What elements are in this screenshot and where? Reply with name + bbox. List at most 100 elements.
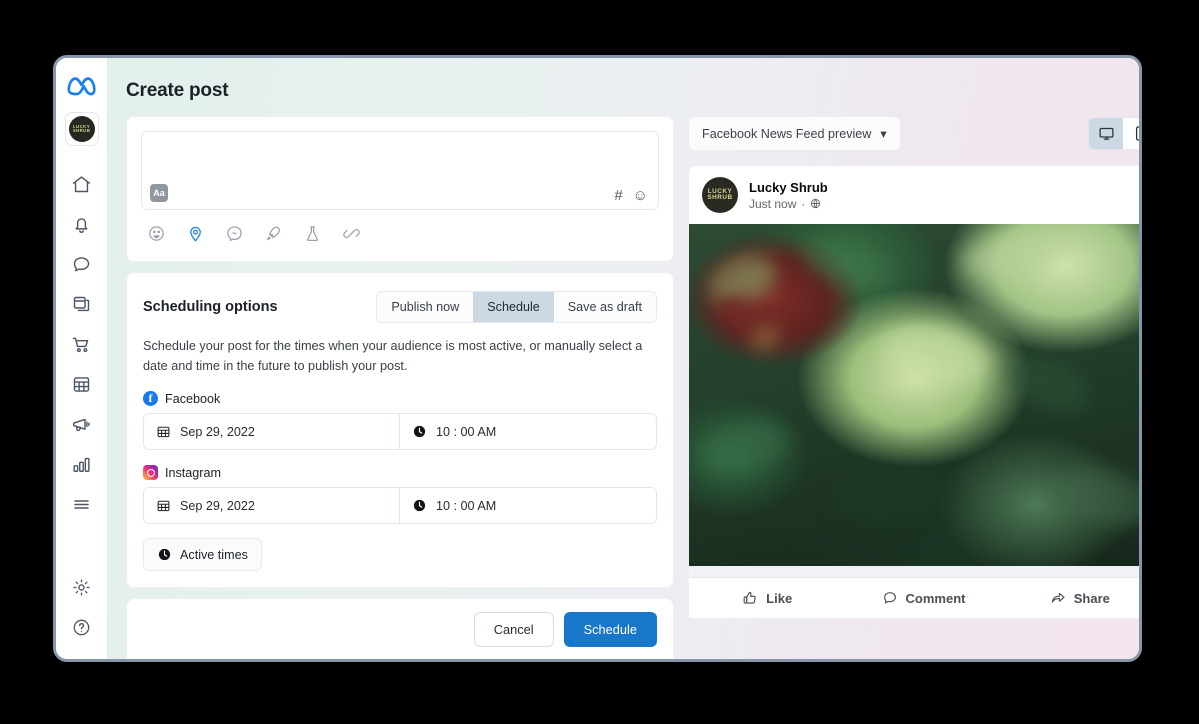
dialog-footer: Cancel Schedule: [126, 598, 674, 659]
calendar-icon: [157, 427, 170, 438]
app-window: LUCKY SHRUB Create post Aa # ☺ Schedulin…: [53, 55, 1142, 662]
grid-table-icon: [73, 376, 90, 392]
sidebar-item-ads[interactable]: [62, 404, 102, 444]
scheduling-title: Scheduling options: [143, 299, 278, 315]
hamburger-menu-icon: [74, 499, 89, 509]
rocket-icon[interactable]: [264, 224, 283, 243]
share-arrow-icon: [1051, 592, 1065, 603]
sidebar-item-notifications[interactable]: [62, 204, 102, 244]
avatar: LUCKY SHRUB: [702, 177, 738, 213]
post-meta: Just now ·: [749, 197, 828, 211]
home-icon: [72, 175, 91, 192]
instagram-date-value: Sep 29, 2022: [180, 498, 255, 513]
emoji-feeling-icon[interactable]: [147, 224, 166, 243]
mobile-icon: [1135, 126, 1139, 141]
sidebar-item-inbox[interactable]: [62, 244, 102, 284]
network-name-facebook: Facebook: [165, 391, 221, 406]
avatar: LUCKY SHRUB: [68, 116, 95, 142]
tab-save-as-draft[interactable]: Save as draft: [554, 292, 656, 322]
composer-inline-actions: # ☺: [614, 188, 648, 203]
facebook-post-preview: LUCKY SHRUB Lucky Shrub Just now · Like …: [688, 165, 1139, 619]
preview-type-select[interactable]: Facebook News Feed preview ▾: [688, 116, 901, 151]
comment-icon: [883, 592, 896, 604]
post-image-texture: [689, 224, 1139, 566]
facebook-date-value: Sep 29, 2022: [180, 424, 255, 439]
calendar-icon: [157, 501, 170, 512]
preview-type-label: Facebook News Feed preview: [702, 126, 872, 141]
scheduling-description: Schedule your post for the times when yo…: [143, 339, 643, 373]
messenger-icon[interactable]: [225, 224, 244, 243]
main-content: Create post Aa # ☺ Scheduling options Pu…: [108, 58, 1139, 659]
sidebar-item-posts[interactable]: [62, 284, 102, 324]
sidebar-item-planner[interactable]: [62, 364, 102, 404]
share-label: Share: [1073, 590, 1110, 606]
clock-icon: [413, 500, 426, 512]
composer-toolbar: [141, 210, 659, 247]
hashtag-icon[interactable]: #: [614, 188, 622, 203]
facebook-datetime-row: Sep 29, 2022 10 : 00 AM: [143, 413, 657, 451]
instagram-datetime-row: Sep 29, 2022 10 : 00 AM: [143, 487, 657, 525]
instagram-time-input[interactable]: 10 : 00 AM: [400, 488, 656, 523]
instagram-date-input[interactable]: Sep 29, 2022: [144, 488, 400, 524]
network-name-instagram: Instagram: [165, 465, 221, 480]
bar-chart-icon: [73, 457, 90, 472]
network-label-facebook: f Facebook: [143, 391, 657, 407]
sidebar-item-insights[interactable]: [62, 444, 102, 484]
sidebar-item-help[interactable]: [62, 607, 102, 647]
flask-icon[interactable]: [303, 224, 322, 243]
text-format-icon[interactable]: Aa: [150, 184, 168, 202]
tab-schedule[interactable]: Schedule: [473, 292, 554, 322]
preview-column: Facebook News Feed preview ▾ LUCKY SHRUB…: [688, 116, 1139, 655]
clock-icon: [413, 426, 426, 438]
facebook-date-input[interactable]: Sep 29, 2022: [144, 414, 400, 450]
thumbs-up-icon: [743, 591, 756, 604]
composer-card: Aa # ☺: [126, 116, 674, 262]
active-times-button[interactable]: Active times: [143, 538, 262, 572]
network-label-instagram: Instagram: [143, 465, 657, 481]
comment-button[interactable]: Comment: [845, 585, 1001, 611]
active-times-label: Active times: [180, 547, 248, 562]
sidebar-item-more[interactable]: [62, 484, 102, 524]
location-pin-icon[interactable]: [186, 224, 205, 243]
tab-publish-now[interactable]: Publish now: [377, 292, 473, 322]
share-button[interactable]: Share: [1002, 585, 1139, 611]
comment-label: Comment: [905, 590, 966, 606]
facebook-icon: f: [143, 391, 158, 407]
preview-toolbar: Facebook News Feed preview ▾: [688, 116, 1139, 151]
post-actions: Like Comment Share: [689, 577, 1139, 618]
globe-icon: [811, 198, 821, 209]
device-desktop-button[interactable]: [1089, 118, 1123, 149]
content-row: Aa # ☺ Scheduling options Publish now Sc…: [108, 102, 1139, 659]
brand-switcher-button[interactable]: LUCKY SHRUB: [64, 112, 99, 146]
post-author-block: Lucky Shrub Just now ·: [749, 180, 828, 211]
sidebar-item-commerce[interactable]: [62, 324, 102, 364]
page-title: Create post: [126, 80, 229, 101]
bell-icon: [75, 217, 88, 233]
sidebar-item-home[interactable]: [62, 164, 102, 204]
desktop-icon: [1098, 127, 1114, 140]
instagram-icon: [143, 465, 158, 481]
emoji-icon[interactable]: ☺: [633, 188, 648, 203]
facebook-time-input[interactable]: 10 : 00 AM: [400, 414, 656, 449]
like-button[interactable]: Like: [689, 585, 845, 611]
link-icon[interactable]: [342, 224, 361, 243]
cancel-button[interactable]: Cancel: [473, 612, 554, 648]
composer-textarea[interactable]: Aa # ☺: [141, 131, 659, 210]
meta-separator: ·: [801, 196, 806, 211]
avatar-line-2: SHRUB: [707, 194, 733, 201]
device-mobile-button[interactable]: [1123, 118, 1139, 149]
post-timestamp: Just now: [749, 196, 797, 211]
post-image: [689, 224, 1139, 566]
meta-logo-icon[interactable]: [65, 72, 99, 98]
facebook-time-value: 10 : 00 AM: [436, 424, 497, 439]
left-column: Aa # ☺ Scheduling options Publish now Sc…: [126, 116, 674, 659]
gear-icon: [73, 578, 90, 596]
shopping-cart-icon: [72, 337, 89, 352]
publish-mode-tabs: Publish now Schedule Save as draft: [376, 291, 657, 323]
sidebar-item-settings[interactable]: [62, 567, 102, 607]
post-actions-spacer: [689, 566, 1139, 577]
chevron-down-icon: ▾: [880, 127, 887, 141]
help-circle-icon: [73, 619, 90, 635]
device-toggle-group: [1088, 117, 1139, 150]
schedule-button[interactable]: Schedule: [563, 612, 657, 648]
